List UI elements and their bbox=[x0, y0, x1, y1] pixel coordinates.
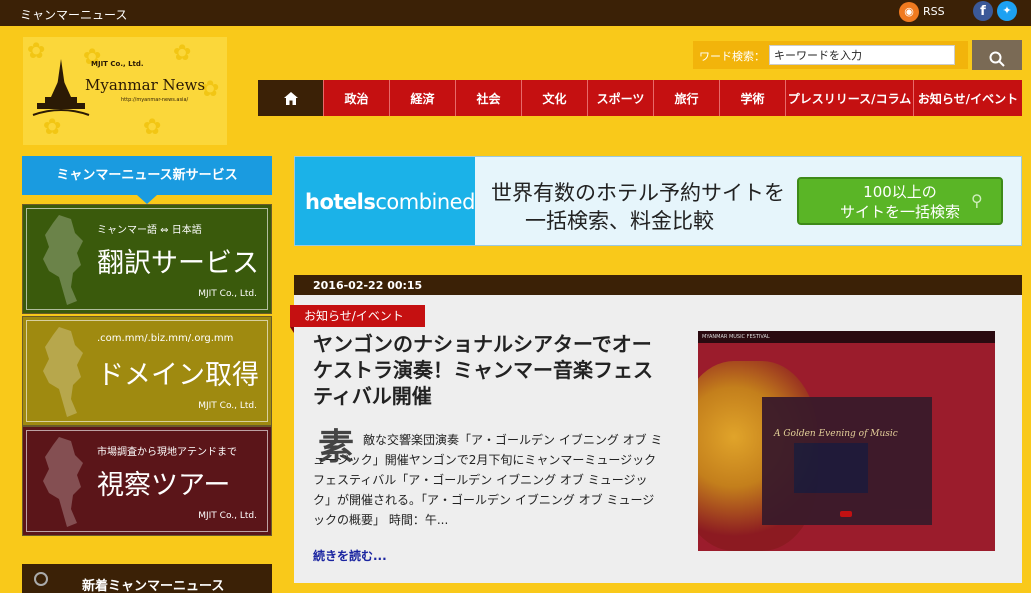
ad-logo: hotelscombined bbox=[305, 190, 475, 214]
inspection-tour-banner[interactable]: 市場調査から現地アテンドまで 視察ツアー MJIT Co., Ltd. bbox=[22, 426, 272, 536]
search-input[interactable] bbox=[769, 45, 955, 65]
logo-company: MJIT Co., Ltd. bbox=[91, 60, 144, 68]
article-image[interactable]: MYANMAR MUSIC FESTIVAL A Golden Evening … bbox=[698, 331, 995, 551]
search-button[interactable] bbox=[972, 40, 1022, 70]
logo-url: http://myanmar-news.asia/ bbox=[121, 97, 189, 103]
nav-item-travel[interactable]: 旅行 bbox=[654, 80, 720, 116]
ad-cta-button[interactable]: 100以上の サイトを一括検索 ⚲ bbox=[797, 177, 1003, 225]
ad-headline: 一括検索、料金比較 bbox=[525, 209, 714, 233]
image-nav-bar: MYANMAR MUSIC FESTIVAL bbox=[698, 331, 995, 343]
facebook-icon[interactable]: f bbox=[973, 1, 993, 21]
nav-item-culture[interactable]: 文化 bbox=[522, 80, 588, 116]
banner-subtitle: ミャンマー語 ⇔ 日本語 bbox=[97, 225, 202, 236]
main-nav: 政治 経済 社会 文化 スポーツ 旅行 学術 プレスリリース/コラム お知らせ/… bbox=[258, 80, 1022, 116]
service-header: ミャンマーニュース新サービス bbox=[22, 156, 272, 204]
translation-service-banner[interactable]: ミャンマー語 ⇔ 日本語 翻訳サービス MJIT Co., Ltd. bbox=[22, 204, 272, 314]
nav-home[interactable] bbox=[258, 80, 324, 116]
banner-subtitle: 市場調査から現地アテンドまで bbox=[97, 447, 237, 458]
read-more-link[interactable]: 続きを読む... bbox=[313, 547, 387, 564]
rss-link[interactable]: RSS bbox=[923, 5, 945, 18]
nav-item-notices[interactable]: お知らせ/イベント bbox=[914, 80, 1022, 116]
pagoda-icon bbox=[32, 59, 90, 116]
twitter-icon[interactable]: ✦ bbox=[997, 1, 1017, 21]
site-title[interactable]: ミャンマーニュース bbox=[20, 6, 127, 23]
nav-item-politics[interactable]: 政治 bbox=[324, 80, 390, 116]
article-date: 2016-02-22 00:15 bbox=[313, 279, 423, 292]
search-label: ワード検索： bbox=[699, 50, 765, 63]
home-icon bbox=[283, 91, 298, 105]
banner-subtitle: .com.mm/.biz.mm/.org.mm bbox=[97, 333, 234, 344]
site-logo[interactable]: ✿ ✿ ✿ ✿ ✿ ✿ MJIT Co., Ltd. Myanmar News … bbox=[23, 37, 227, 145]
banner-company: MJIT Co., Ltd. bbox=[198, 401, 257, 411]
rss-icon[interactable]: ◉ bbox=[899, 2, 919, 22]
festival-poster: A Golden Evening of Music bbox=[762, 397, 932, 525]
search-bar: ワード検索： bbox=[693, 41, 968, 69]
search-icon bbox=[989, 51, 1005, 67]
ad-headline: 世界有数のホテル予約サイトを bbox=[491, 181, 785, 205]
banner-company: MJIT Co., Ltd. bbox=[198, 289, 257, 299]
nav-item-society[interactable]: 社会 bbox=[456, 80, 522, 116]
nav-item-economy[interactable]: 経済 bbox=[390, 80, 456, 116]
banner-title: 翻訳サービス bbox=[97, 248, 259, 279]
domain-service-banner[interactable]: .com.mm/.biz.mm/.org.mm ドメイン取得 MJIT Co.,… bbox=[22, 316, 272, 426]
podcast-icon bbox=[34, 572, 48, 586]
myanmar-map-icon bbox=[43, 215, 83, 305]
top-bar bbox=[0, 0, 1031, 26]
category-tag[interactable]: お知らせ/イベント bbox=[290, 305, 425, 333]
myanmar-map-icon bbox=[43, 327, 83, 417]
nav-item-academic[interactable]: 学術 bbox=[720, 80, 786, 116]
banner-title: 視察ツアー bbox=[97, 470, 231, 501]
article-title[interactable]: ヤンゴンのナショナルシアターでオーケストラ演奏！ミャンマー音楽フェスティバル開催 bbox=[313, 331, 653, 409]
poster-title: A Golden Evening of Music bbox=[774, 429, 898, 439]
hotelscombined-ad[interactable]: hotelscombined 世界有数のホテル予約サイトを 一括検索、料金比較 … bbox=[294, 156, 1022, 246]
nav-item-sports[interactable]: スポーツ bbox=[588, 80, 654, 116]
banner-title: ドメイン取得 bbox=[97, 360, 259, 391]
article-excerpt: 敵な交響楽団演奏「ア・ゴールデン イブニング オブ ミュージック」開催ヤンゴンで… bbox=[313, 433, 663, 527]
search-icon: ⚲ bbox=[971, 191, 983, 210]
nav-item-press-release[interactable]: プレスリリース/コラム bbox=[786, 80, 914, 116]
banner-company: MJIT Co., Ltd. bbox=[198, 511, 257, 521]
latest-news-title: 新着ミャンマーニュース bbox=[82, 579, 225, 593]
myanmar-map-icon bbox=[43, 437, 83, 527]
logo-name: Myanmar News bbox=[85, 76, 206, 94]
